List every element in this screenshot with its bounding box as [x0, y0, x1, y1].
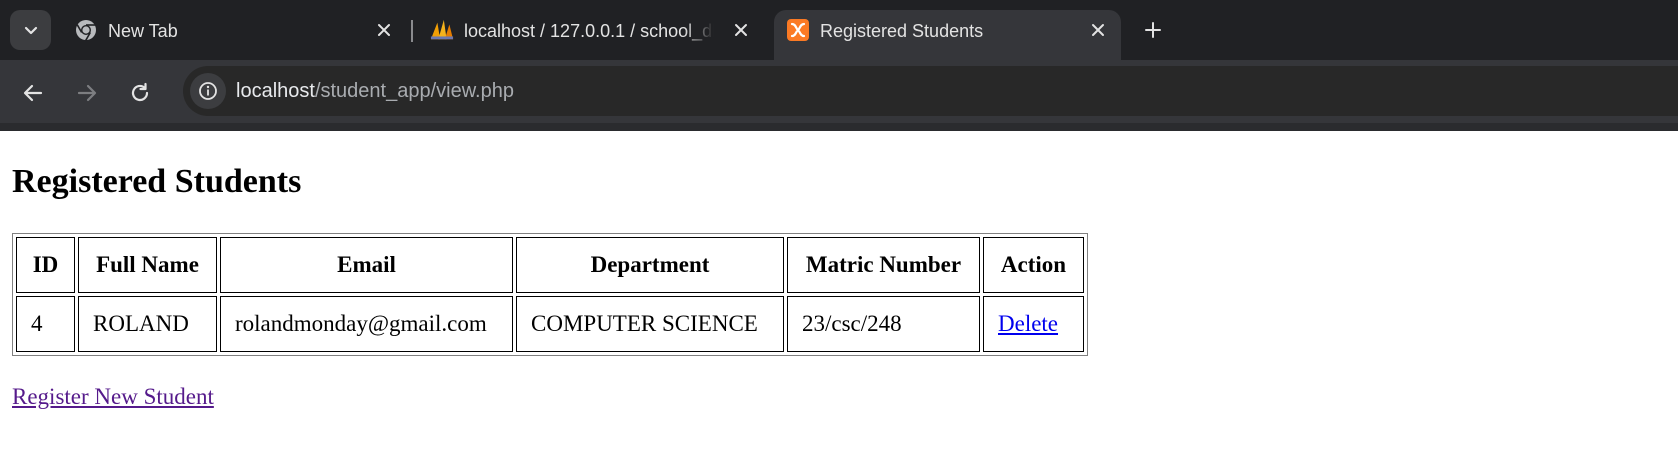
reload-button[interactable] [125, 78, 155, 108]
arrow-left-icon [23, 84, 43, 102]
arrow-right-icon [77, 84, 97, 102]
browser-tabstrip: New Tab localhost / 127.0.0.1 / school_d… [0, 0, 1678, 60]
students-table: ID Full Name Email Department Matric Num… [12, 233, 1088, 356]
xampp-icon [786, 18, 810, 42]
toolbar-divider [0, 123, 1678, 131]
close-icon[interactable] [373, 19, 395, 41]
column-header-department: Department [516, 237, 784, 293]
forward-button[interactable] [72, 78, 102, 108]
address-bar[interactable]: localhost/student_app/view.php [183, 66, 1678, 116]
column-header-matric-number: Matric Number [787, 237, 980, 293]
tab-new-tab[interactable]: New Tab [62, 10, 412, 60]
new-tab-button[interactable] [1139, 16, 1167, 44]
close-icon[interactable] [730, 19, 752, 41]
phpmyadmin-icon [430, 18, 454, 42]
site-info-button[interactable] [190, 73, 226, 109]
chevron-down-icon [24, 26, 37, 35]
register-new-student-link[interactable]: Register New Student [12, 384, 214, 410]
page-title: Registered Students [12, 163, 302, 200]
column-header-full-name: Full Name [78, 237, 217, 293]
page-content: Registered Students ID Full Name Email D… [0, 131, 1678, 468]
browser-toolbar: localhost/student_app/view.php [0, 60, 1678, 123]
address-url[interactable]: localhost/student_app/view.php [236, 79, 514, 103]
tab-separator [411, 20, 413, 42]
table-row: 4 ROLAND rolandmonday@gmail.com COMPUTER… [16, 296, 1084, 352]
cell-matric-number: 23/csc/248 [787, 296, 980, 352]
column-header-id: ID [16, 237, 75, 293]
cell-action: Delete [983, 296, 1084, 352]
tab-title: localhost / 127.0.0.1 / school_db [464, 21, 714, 41]
chrome-icon [74, 18, 98, 42]
plus-icon [1145, 22, 1161, 38]
url-host: localhost [236, 80, 315, 102]
reload-icon [131, 82, 149, 102]
cell-email: rolandmonday@gmail.com [220, 296, 513, 352]
close-icon[interactable] [1087, 19, 1109, 41]
tab-search-button[interactable] [10, 10, 51, 50]
column-header-action: Action [983, 237, 1084, 293]
cell-department: COMPUTER SCIENCE [516, 296, 784, 352]
tab-registered-students[interactable]: Registered Students [774, 10, 1121, 60]
delete-link[interactable]: Delete [998, 311, 1058, 336]
cell-full-name: ROLAND [78, 296, 217, 352]
info-icon [199, 82, 217, 100]
column-header-email: Email [220, 237, 513, 293]
url-path: /student_app/view.php [314, 80, 514, 102]
tab-title: Registered Students [820, 21, 984, 41]
back-button[interactable] [18, 78, 48, 108]
tab-phpmyadmin[interactable]: localhost / 127.0.0.1 / school_db [418, 10, 768, 60]
cell-id: 4 [16, 296, 75, 352]
tab-title: New Tab [108, 21, 178, 41]
table-header-row: ID Full Name Email Department Matric Num… [16, 237, 1084, 293]
